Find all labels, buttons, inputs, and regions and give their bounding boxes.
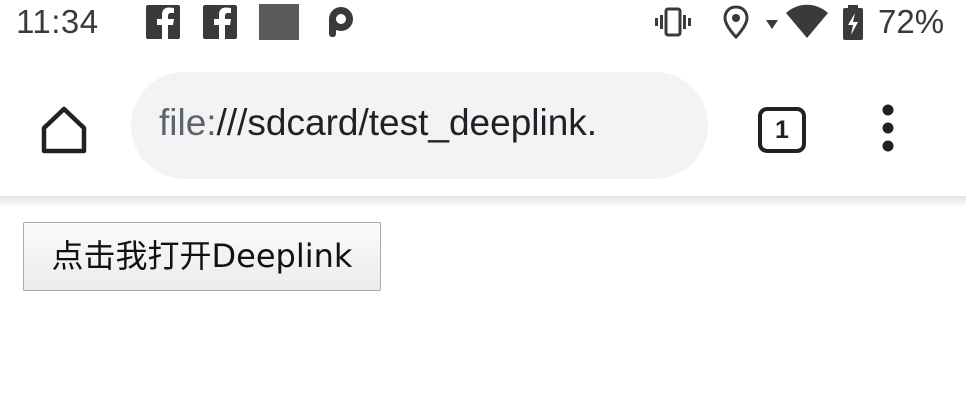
url-path: ///sdcard/test_deeplink. bbox=[216, 102, 598, 143]
battery-percent: 72% bbox=[878, 3, 945, 40]
facebook-icon bbox=[146, 5, 180, 39]
battery-charging-icon bbox=[843, 5, 863, 40]
wifi-icon bbox=[786, 4, 828, 38]
toolbar-shadow bbox=[0, 196, 966, 208]
more-vert-icon bbox=[882, 104, 894, 152]
overflow-menu-button[interactable] bbox=[872, 101, 904, 155]
gray-square-icon bbox=[259, 4, 299, 40]
tab-switcher-button[interactable]: 1 bbox=[758, 107, 806, 153]
status-bar: 11:34 72% bbox=[0, 0, 976, 44]
pinterest-p-icon bbox=[329, 7, 353, 37]
url-scheme: file: bbox=[159, 102, 217, 143]
home-button[interactable] bbox=[36, 104, 92, 156]
status-time: 11:34 bbox=[16, 3, 99, 40]
facebook-icon bbox=[203, 5, 237, 39]
location-icon bbox=[723, 5, 749, 40]
url-text: file:///sdcard/test_deeplink. bbox=[159, 102, 597, 144]
home-icon bbox=[41, 106, 87, 154]
vibrate-icon bbox=[655, 7, 691, 37]
signal-arrow-icon bbox=[766, 20, 778, 29]
address-bar[interactable]: file:///sdcard/test_deeplink. bbox=[131, 72, 708, 179]
open-deeplink-button[interactable]: 点击我打开Deeplink bbox=[23, 222, 381, 291]
